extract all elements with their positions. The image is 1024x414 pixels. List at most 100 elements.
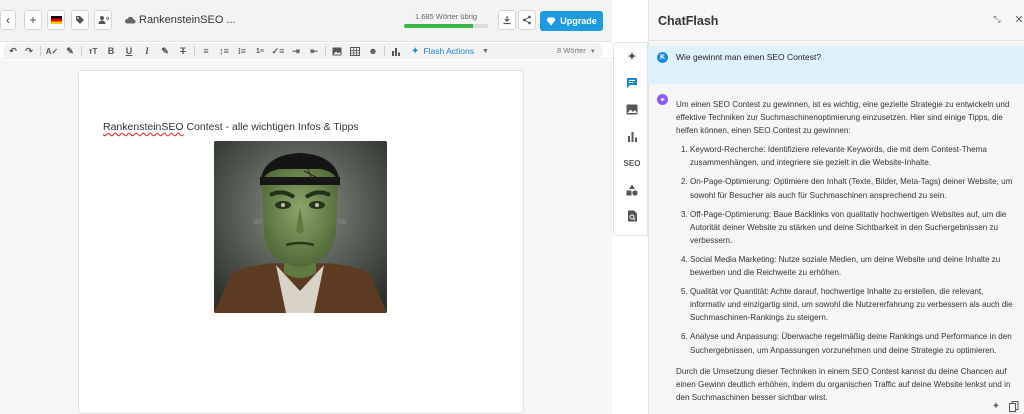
line-height-button[interactable]: ↕≡ (217, 44, 231, 58)
underline-icon: U (125, 46, 133, 56)
frankenstein-image[interactable] (214, 141, 387, 313)
list-item: Off-Page-Optimierung: Baue Backlinks von… (690, 208, 1018, 247)
shapes-icon (626, 184, 638, 196)
chat-header-divider (648, 40, 1024, 41)
italic-button[interactable]: I (140, 44, 154, 58)
document-search-icon (627, 210, 637, 222)
words-left-progress-fill (404, 24, 473, 28)
flash-icon: ✦ (411, 45, 420, 57)
word-count-label: 8 Wörter (557, 46, 586, 55)
font-size-icon: ᴛT (88, 46, 98, 56)
rail-chat-button[interactable] (625, 76, 639, 90)
underline-button[interactable]: U (122, 44, 136, 58)
collapse-button[interactable]: ⤡ (991, 13, 1003, 25)
bold-icon: B (107, 46, 115, 56)
font-size-button[interactable]: ᴛT (86, 44, 100, 58)
spellcheck-icon: A✓ (45, 46, 59, 56)
tips-list: Keyword-Recherche: Identifiziere relevan… (690, 143, 1018, 356)
copy-icon (1009, 400, 1019, 412)
flash-actions-dropdown[interactable]: ✦ Flash Actions ▼ (411, 44, 489, 58)
document-heading[interactable]: RankensteinSEO Contest - alle wichtigen … (103, 121, 359, 133)
answer-flash-button[interactable]: ✦ (990, 400, 1002, 412)
word-count-dropdown[interactable]: 8 Wörter ▼ (557, 46, 596, 55)
outdent-button[interactable]: ⇤ (307, 44, 321, 58)
answer-intro: Um einen SEO Contest zu gewinnen, ist es… (676, 100, 1010, 136)
download-button[interactable] (498, 10, 516, 30)
rail-seo-button[interactable]: SEO (624, 156, 641, 170)
redo-button[interactable]: ↷ (22, 44, 36, 58)
diamond-icon (546, 17, 556, 25)
numbered-list-button[interactable]: 1≡ (253, 44, 267, 58)
image-icon (626, 104, 638, 114)
close-button[interactable]: ✕ (1013, 13, 1024, 26)
bullet-list-button[interactable]: ⁝≡ (235, 44, 249, 58)
indent-icon: ⇥ (292, 45, 300, 56)
rail-research-button[interactable] (625, 209, 639, 223)
share-button[interactable] (518, 10, 536, 30)
rail-image-button[interactable] (625, 102, 639, 116)
language-button[interactable] (47, 10, 65, 30)
clear-format-button[interactable]: T (176, 44, 190, 58)
table-icon (350, 46, 360, 56)
flash-icon: ✦ (991, 400, 1001, 412)
indent-button[interactable]: ⇥ (289, 44, 303, 58)
spellcheck-button[interactable]: A✓ (45, 44, 59, 58)
tag-button[interactable] (71, 10, 89, 30)
clear-format-icon: T (180, 46, 186, 56)
emoji-button[interactable]: ☻ (366, 44, 380, 58)
rail-shapes-button[interactable] (625, 183, 639, 197)
chevron-down-icon: ▼ (481, 47, 489, 55)
chevron-down-icon: ▼ (589, 49, 596, 55)
ai-avatar: ✦ (657, 94, 668, 105)
checklist-button[interactable]: ✓≡ (271, 44, 285, 58)
list-item: On-Page-Optimierung: Optimiere den Inhal… (690, 175, 1018, 201)
chat-panel-title: ChatFlash (658, 14, 719, 28)
format-toolbar: ↶ ↷ A✓ ✎ ᴛT B U I ✎ T ≡ ↕≡ ⁝≡ 1≡ ✓≡ ⇥ ⇤ … (0, 42, 612, 59)
cloud-icon (125, 16, 136, 24)
heading-text: Contest - alle wichtigen Infos & Tipps (183, 121, 359, 133)
emoji-icon: ☻ (368, 46, 378, 56)
add-button[interactable]: + (24, 10, 42, 30)
document-title[interactable]: RankensteinSEO ... (139, 14, 236, 26)
user-question: Wie gewinnt man einen SEO Contest? (676, 52, 822, 62)
persona-button[interactable] (94, 10, 112, 30)
list-item: Analyse und Anpassung: Überwache regelmä… (690, 330, 1018, 356)
toolbar-divider (384, 46, 385, 56)
checklist-icon: ✓≡ (271, 45, 285, 56)
user-voice-icon (98, 16, 109, 24)
copy-button[interactable] (1008, 400, 1020, 412)
back-button[interactable]: ‹ (0, 10, 16, 30)
chart-button[interactable] (389, 44, 403, 58)
frankenstein-illustration (214, 141, 387, 313)
redo-icon: ↷ (25, 45, 33, 56)
toolbar-divider (194, 46, 195, 56)
undo-icon: ↶ (9, 45, 17, 56)
undo-button[interactable]: ↶ (6, 44, 20, 58)
align-left-button[interactable]: ≡ (199, 44, 213, 58)
close-icon: ✕ (1014, 13, 1024, 26)
rail-flash-button[interactable]: ✦ (625, 49, 639, 63)
share-icon (523, 15, 531, 25)
download-icon (503, 16, 511, 25)
flash-icon: ✦ (659, 96, 666, 104)
words-left-progress (404, 24, 488, 28)
upgrade-button[interactable]: Upgrade (540, 11, 603, 31)
user-avatar: K (657, 52, 668, 63)
ai-answer: Um einen SEO Contest zu gewinnen, ist es… (676, 98, 1018, 410)
bullet-list-icon: ⁝≡ (237, 45, 247, 56)
tool-rail: ✦ SEO (613, 42, 648, 236)
chart-icon (627, 131, 637, 142)
toolbar-divider (40, 46, 41, 56)
outdent-icon: ⇤ (310, 45, 318, 56)
insert-image-button[interactable] (330, 44, 344, 58)
text-color-icon: ✎ (161, 45, 169, 56)
list-item: Qualität vor Quantität: Achte darauf, ho… (690, 285, 1018, 324)
bold-button[interactable]: B (104, 44, 118, 58)
collapse-icon: ⤡ (993, 13, 1001, 24)
text-color-button[interactable]: ✎ (158, 44, 172, 58)
edit-icon: ✎ (66, 45, 74, 56)
chat-icon (627, 78, 637, 88)
insert-table-button[interactable] (348, 44, 362, 58)
rail-chart-button[interactable] (625, 129, 639, 143)
edit-button[interactable]: ✎ (63, 44, 77, 58)
